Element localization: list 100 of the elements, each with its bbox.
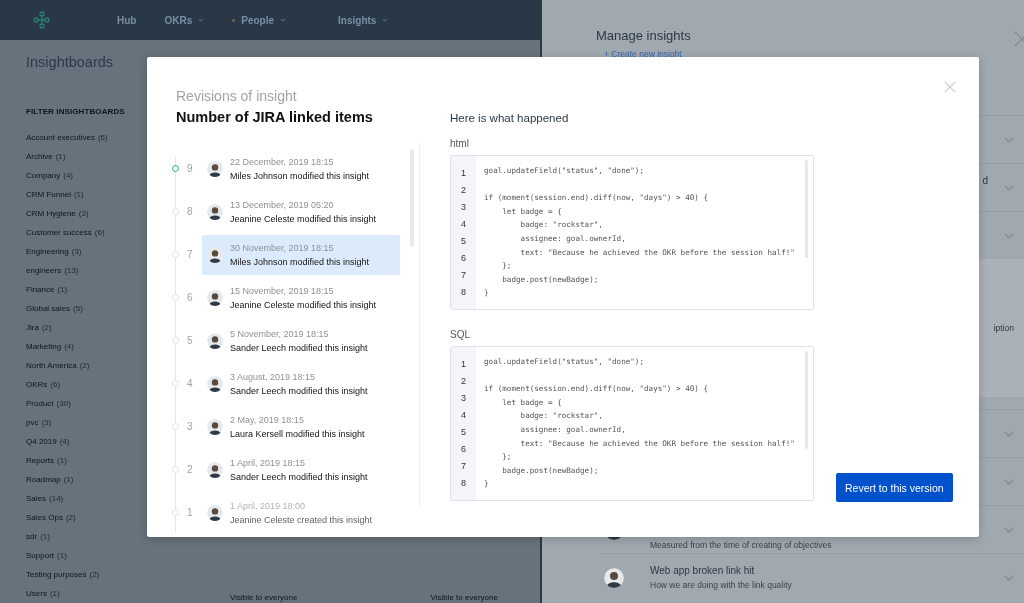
caret-icon xyxy=(382,18,389,22)
filter-item[interactable]: Testing purposes xyxy=(26,570,87,579)
nav-item[interactable]: Insights xyxy=(338,14,389,26)
avatar-icon xyxy=(207,461,223,478)
filter-item[interactable]: Customer success xyxy=(26,228,92,237)
chevron-icon xyxy=(1004,526,1014,533)
nav-item[interactable]: OKRs xyxy=(164,14,205,26)
avatar-icon xyxy=(207,203,223,220)
line-number: 6 xyxy=(461,252,466,265)
filter-item[interactable]: Sales xyxy=(26,494,46,503)
filter-item[interactable]: OKRs xyxy=(26,380,48,389)
filter-item[interactable]: Jira xyxy=(26,323,39,332)
filter-item[interactable]: engineers xyxy=(26,266,62,275)
item-count: (2) xyxy=(65,513,76,522)
revision-item[interactable]: 1 April, 2019 18:00 Jeanine Celeste created this insight xyxy=(202,492,400,532)
revision-number: 7 xyxy=(187,249,194,260)
filter-item[interactable]: Support xyxy=(26,551,55,560)
revision-description: Miles Johnson modified this insight xyxy=(230,170,370,181)
chevron-icon xyxy=(1004,430,1014,437)
item-count: (5) xyxy=(73,304,83,313)
item-count: (1) xyxy=(57,285,68,294)
revision-description: Sander Leech modified this insight xyxy=(230,471,368,482)
revision-date: 13 December, 2019 05:20 xyxy=(230,199,335,210)
chevron-icon xyxy=(1004,478,1014,485)
revision-date: 5 November, 2019 18:15 xyxy=(230,328,330,339)
filter-item[interactable]: Users xyxy=(26,589,47,598)
revision-item[interactable]: 1 April, 2019 18:15 Sander Leech modified this insight xyxy=(202,449,400,490)
avatar-icon xyxy=(207,289,223,306)
code-label: SQL xyxy=(450,329,471,340)
create-link[interactable]: + Create new insight xyxy=(604,49,1024,59)
line-number: 7 xyxy=(461,460,466,473)
insight-row[interactable]: Web app broken link hit How we are doing with the link quality xyxy=(600,553,1024,601)
insight-description: Measured from the time of creating of objectives xyxy=(650,539,832,550)
line-number: 4 xyxy=(461,409,466,422)
avatar-icon xyxy=(207,332,223,349)
revision-description: Jeanine Celeste created this insight xyxy=(230,514,373,525)
item-count: (6) xyxy=(50,380,61,389)
revision-number: 5 xyxy=(187,335,194,346)
nav-item[interactable]: Hub xyxy=(117,14,137,26)
filter-item[interactable]: CRM Funnel xyxy=(26,190,71,199)
line-number: 2 xyxy=(461,375,466,388)
item-count: (4) xyxy=(59,437,70,446)
item-count: (2) xyxy=(89,570,100,579)
filter-item[interactable]: Archive xyxy=(26,152,53,161)
visibility-label: Visible to everyone xyxy=(430,593,498,602)
item-count: (1) xyxy=(55,152,66,161)
filter-item[interactable]: Roadmap xyxy=(26,475,61,484)
filter-item[interactable]: Sales Ops xyxy=(26,513,63,522)
revision-description: Jeanine Celeste modified this insight xyxy=(230,299,377,310)
filter-item[interactable]: Finance xyxy=(26,285,55,294)
insight-title: Web app broken link hit xyxy=(650,565,755,576)
chevron-icon xyxy=(1004,184,1014,191)
filter-item[interactable]: Company xyxy=(26,171,61,180)
revision-date: 15 November, 2019 18:15 xyxy=(230,285,335,296)
filter-item[interactable]: Engineering xyxy=(26,247,69,256)
nav-item[interactable]: People xyxy=(232,14,287,26)
line-number: 1 xyxy=(461,358,466,371)
avatar-icon xyxy=(207,246,223,263)
page-title: Insightboards xyxy=(26,54,115,70)
filter-item[interactable]: Account executives xyxy=(26,133,95,142)
revert-button[interactable]: Revert to this version xyxy=(836,473,953,502)
section-heading: Here is what happened xyxy=(450,112,570,124)
revision-date: 30 November, 2019 18:15 xyxy=(230,242,335,253)
revision-description: Sander Leech modified this insight xyxy=(230,342,368,353)
filter-item[interactable]: CRM Hygiene xyxy=(26,209,76,218)
revision-item[interactable]: 2 May, 2019 18:15 Laura Kersell modified this insight xyxy=(202,406,400,447)
insight-description: How we are doing with the link quality xyxy=(650,580,792,590)
avatar-icon xyxy=(604,567,624,588)
filter-item[interactable]: Reports xyxy=(26,456,54,465)
revision-item[interactable]: 5 November, 2019 18:15 Sander Leech modified this insight xyxy=(202,320,400,361)
filter-item[interactable]: Marketing xyxy=(26,342,62,351)
item-count: (4) xyxy=(64,342,74,351)
revision-item[interactable]: 15 November, 2019 18:15 Jeanine Celeste modified this insight xyxy=(202,277,400,318)
line-number: 6 xyxy=(461,443,466,456)
code-editor[interactable] xyxy=(450,346,814,501)
revision-item[interactable]: 13 December, 2019 05:20 Jeanine Celeste modified this insight xyxy=(202,191,400,232)
filter-item[interactable]: pvc xyxy=(26,418,39,427)
filter-item[interactable]: North America xyxy=(26,361,77,370)
filter-item[interactable]: Global sales xyxy=(26,304,71,313)
revision-item[interactable]: 3 August, 2019 18:15 Sander Leech modified this insight xyxy=(202,363,400,404)
revision-date: 2 May, 2019 18:15 xyxy=(230,414,305,425)
revision-number: 8 xyxy=(187,206,194,217)
filter-item[interactable]: sdr xyxy=(26,532,38,541)
code-editor[interactable] xyxy=(450,155,814,310)
line-number: 7 xyxy=(461,269,466,282)
line-number: 8 xyxy=(461,286,466,299)
filter-heading: FILTER INSIGHTBOARDS xyxy=(26,107,126,116)
revision-date: 22 December, 2019 18:15 xyxy=(230,156,335,167)
revision-item[interactable]: 30 November, 2019 18:15 Miles Johnson modified this insight xyxy=(202,234,400,275)
revision-description: Jeanine Celeste modified this insight xyxy=(230,213,377,224)
line-number: 8 xyxy=(461,477,466,490)
dialog-title: Number of JIRA linked items xyxy=(176,109,374,125)
item-count: (2) xyxy=(79,361,90,370)
filter-item[interactable]: Q4 2019 xyxy=(26,437,57,446)
chevron-icon xyxy=(1004,136,1014,143)
filter-item[interactable]: Product xyxy=(26,399,54,408)
item-count: (14) xyxy=(49,494,64,503)
revision-item[interactable]: 22 December, 2019 18:15 Miles Johnson modified this insight xyxy=(202,148,400,189)
avatar-icon xyxy=(207,375,223,392)
revision-date: 1 April, 2019 18:00 xyxy=(230,500,307,511)
